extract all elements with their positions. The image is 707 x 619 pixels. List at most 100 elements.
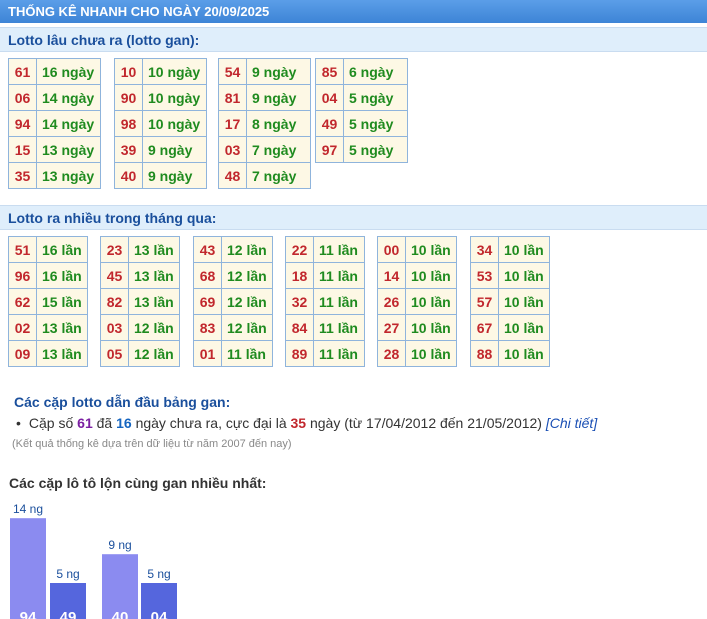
lotto-number: 27 (377, 314, 406, 341)
bar-category-label: 04 (151, 609, 168, 619)
lotto-number: 02 (8, 314, 37, 341)
table-row: 43 12 lần (193, 236, 273, 263)
lotto-count: 10 lần (498, 262, 550, 289)
lotto-count: 15 lần (36, 288, 88, 315)
table-row: 96 16 lần (8, 262, 88, 289)
table-row: 10 10 ngày (114, 58, 207, 85)
lotto-number: 54 (218, 58, 247, 85)
lotto-number: 57 (470, 288, 499, 315)
bar-value-label: 9 ng (108, 538, 131, 552)
lotto-number: 14 (377, 262, 406, 289)
lotto-count: 13 lần (36, 340, 88, 367)
lotto-count: 11 lần (313, 340, 365, 367)
table-row: 05 12 lần (100, 340, 180, 367)
lotto-count: 9 ngày (142, 162, 207, 189)
lead-title: Các cặp lotto dẫn đầu bảng gan: (14, 394, 231, 410)
bar-value-label: 5 ng (56, 567, 79, 581)
bar-category-label: 94 (20, 609, 37, 619)
lotto-number: 03 (100, 314, 129, 341)
table-row: 03 12 lần (100, 314, 180, 341)
lotto-count: 10 lần (405, 236, 457, 263)
lotto-number: 17 (218, 110, 247, 137)
chart-title: Các cặp lô tô lộn cùng gan nhiều nhất: (9, 475, 267, 491)
lotto-number: 96 (8, 262, 37, 289)
lotto-count: 11 lần (313, 314, 365, 341)
lead-days: 16 (116, 415, 132, 431)
table-row: 39 9 ngày (114, 136, 207, 163)
table-row: 67 10 lần (470, 314, 550, 341)
lotto-count: 10 ngày (142, 58, 207, 85)
lotto-count: 13 lần (128, 236, 180, 263)
table-row: 35 13 ngày (8, 162, 101, 189)
table-row: 32 11 lần (285, 288, 365, 315)
lotto-number: 22 (285, 236, 314, 263)
lead-prefix: Cặp số (28, 415, 74, 431)
table-row: 45 13 lần (100, 262, 180, 289)
chart-bar (10, 518, 46, 619)
lotto-number: 03 (218, 136, 247, 163)
table-row: 54 9 ngày (218, 58, 311, 85)
lotto-count: 8 ngày (246, 110, 311, 137)
lotto-count: 10 lần (405, 340, 457, 367)
page-header: THỐNG KÊ NHANH CHO NGÀY 20/09/2025 (0, 0, 707, 23)
lotto-count: 13 lần (36, 314, 88, 341)
data-note: (Kết quả thống kê dựa trên dữ liệu từ nă… (12, 438, 292, 450)
lotto-count: 5 ngày (343, 110, 408, 137)
gan-section-title: Lotto lâu chưa ra (lotto gan): (0, 27, 707, 52)
table-row: 00 10 lần (377, 236, 457, 263)
table-row: 18 11 lần (285, 262, 365, 289)
lotto-number: 32 (285, 288, 314, 315)
table-row: 17 8 ngày (218, 110, 311, 137)
lotto-number: 88 (470, 340, 499, 367)
lotto-number: 94 (8, 110, 37, 137)
lotto-number: 28 (377, 340, 406, 367)
table-row: 53 10 lần (470, 262, 550, 289)
lotto-count: 12 lần (221, 236, 273, 263)
lotto-count: 16 lần (36, 236, 88, 263)
lotto-number: 45 (100, 262, 129, 289)
table-row: 40 9 ngày (114, 162, 207, 189)
table-row: 61 16 ngày (8, 58, 101, 85)
lotto-number: 62 (8, 288, 37, 315)
lotto-number: 85 (315, 58, 344, 85)
bar-category-label: 40 (112, 609, 129, 619)
table-row: 48 7 ngày (218, 162, 311, 189)
lotto-count: 12 lần (221, 288, 273, 315)
table-row: 57 10 lần (470, 288, 550, 315)
lotto-number: 81 (218, 84, 247, 111)
lotto-number: 10 (114, 58, 143, 85)
lotto-number: 82 (100, 288, 129, 315)
table-row: 51 16 lần (8, 236, 88, 263)
lotto-count: 10 lần (405, 288, 457, 315)
table-row: 34 10 lần (470, 236, 550, 263)
lotto-number: 98 (114, 110, 143, 137)
gan-table: 54 9 ngày 81 9 ngày 17 8 ngày 03 7 ngày 48 7 ngày (218, 58, 311, 189)
lotto-count: 9 ngày (246, 84, 311, 111)
lotto-count: 10 lần (498, 314, 550, 341)
lotto-number: 35 (8, 162, 37, 189)
lead-suffix: ngày (từ 17/04/2012 đến 21/05/2012) (309, 415, 542, 431)
table-row: 84 11 lần (285, 314, 365, 341)
lotto-count: 10 lần (498, 340, 550, 367)
lotto-number: 53 (470, 262, 499, 289)
table-row: 88 10 lần (470, 340, 550, 367)
lotto-number: 97 (315, 136, 344, 163)
table-row: 28 10 lần (377, 340, 457, 367)
nhieu-table: 51 16 lần 96 16 lần 62 15 lần 02 13 lần 09 13 lần (8, 236, 88, 367)
bar-value-label: 5 ng (147, 567, 170, 581)
table-row: 02 13 lần (8, 314, 88, 341)
detail-link[interactable]: [Chi tiết] (546, 415, 597, 431)
lotto-number: 83 (193, 314, 222, 341)
table-row: 22 11 lần (285, 236, 365, 263)
lotto-count: 9 ngày (142, 136, 207, 163)
bar-category-label: 49 (60, 609, 77, 619)
table-row: 26 10 lần (377, 288, 457, 315)
lotto-count: 10 lần (498, 236, 550, 263)
table-row: 03 7 ngày (218, 136, 311, 163)
lotto-count: 9 ngày (246, 58, 311, 85)
lotto-count: 12 lần (221, 314, 273, 341)
lead-mid2: ngày chưa ra, cực đại là (135, 415, 287, 431)
bar-value-label: 14 ng (13, 502, 43, 516)
lotto-count: 5 ngày (343, 84, 408, 111)
table-row: 98 10 ngày (114, 110, 207, 137)
